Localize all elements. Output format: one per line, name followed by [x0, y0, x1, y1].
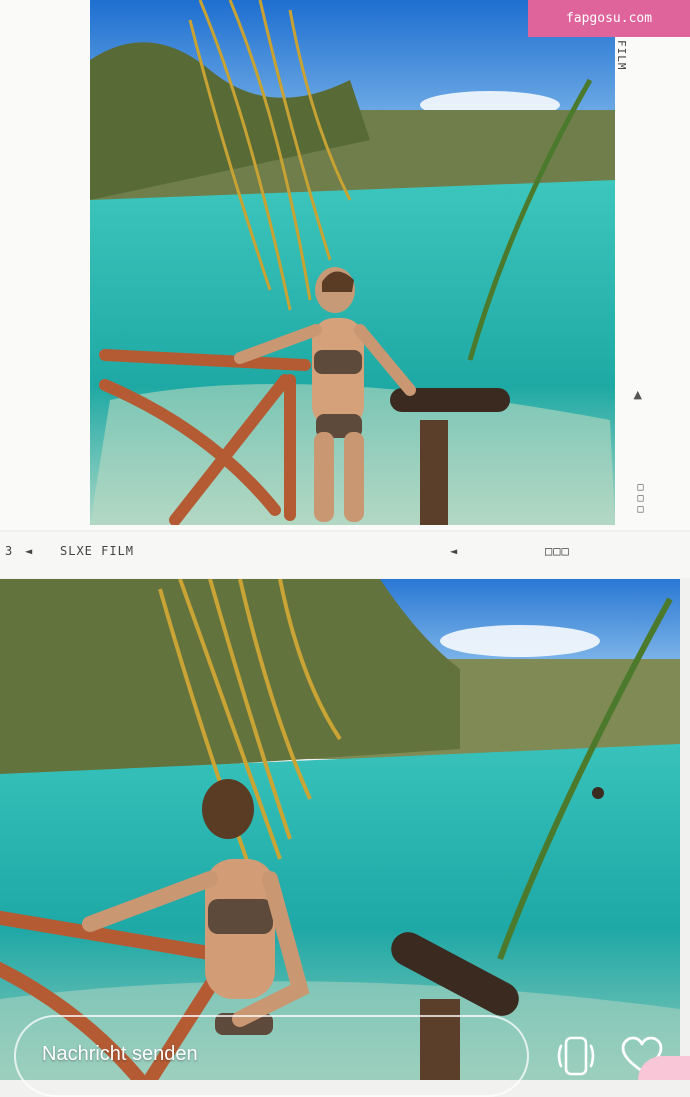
- lagoon-photo-bottom: [0, 579, 680, 1080]
- film-frame-arrow: ◄: [25, 544, 34, 558]
- film-brand-label: SLXE FILM: [60, 544, 135, 558]
- film-dots: □□□: [545, 544, 570, 558]
- message-placeholder: Nachricht senden: [42, 1043, 198, 1065]
- film-mid-arrow: ◄: [450, 544, 459, 558]
- film-strip-row: 3 ◄ SLXE FILM ◄ □□□: [0, 532, 690, 578]
- lagoon-photo-top: [90, 0, 615, 525]
- film-vertical-dots: □□□: [635, 482, 646, 515]
- film-frame-number: 3: [5, 544, 14, 558]
- message-input[interactable]: Nachricht senden: [14, 1015, 529, 1097]
- film-vertical-label: FILM: [615, 40, 628, 71]
- source-banner[interactable]: fapgosu.com: [528, 0, 690, 37]
- film-frame-top: FILM ▲ □□□: [0, 0, 690, 530]
- film-vertical-arrow: ▲: [633, 388, 642, 401]
- phone-sticker-icon[interactable]: [553, 1033, 599, 1079]
